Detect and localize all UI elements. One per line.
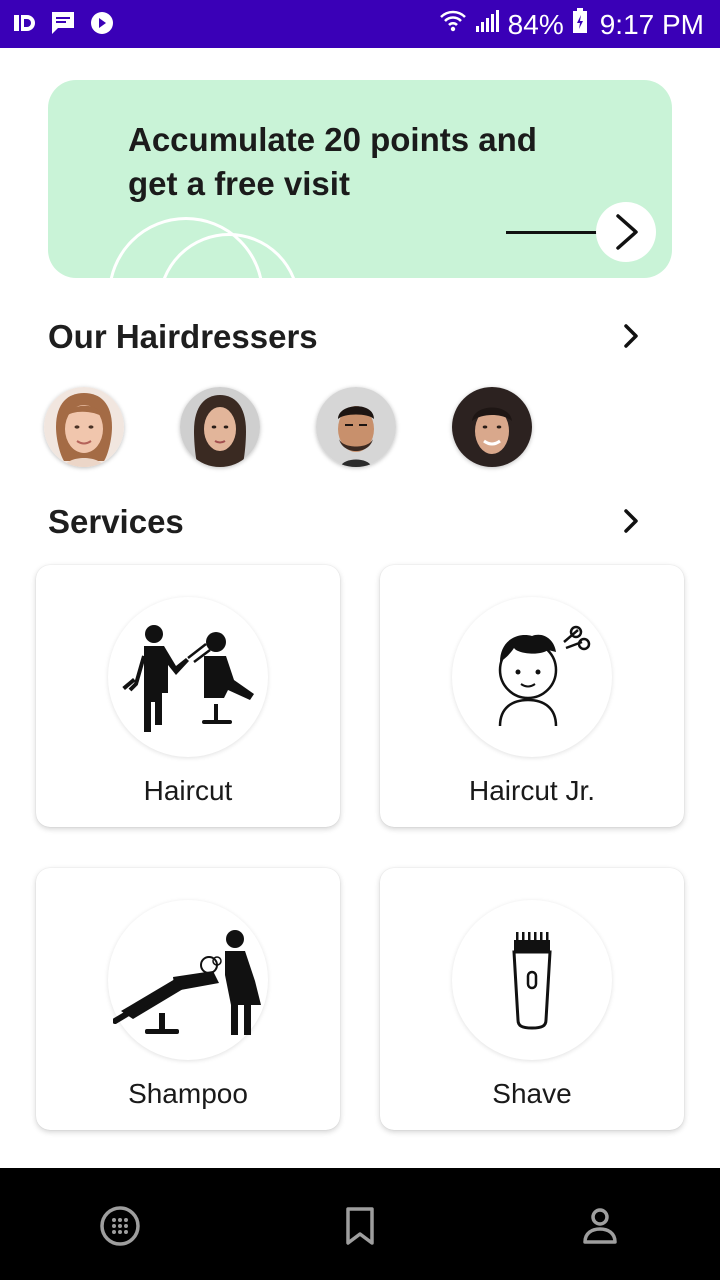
service-label: Shave (492, 1078, 572, 1109)
play-icon (90, 11, 114, 40)
status-bar: 84% 9:17 PM (0, 0, 720, 48)
person-icon[interactable] (578, 1204, 622, 1248)
promo-banner[interactable]: Accumulate 20 points and get a free visi… (48, 80, 672, 278)
clock: 9:17 PM (599, 8, 704, 40)
services-title: Services (48, 503, 184, 540)
shaver-icon (452, 900, 612, 1060)
service-card-haircut-jr[interactable]: Haircut Jr. (380, 565, 684, 827)
chevron-right-icon[interactable] (620, 506, 644, 536)
bottom-nav (0, 1168, 720, 1280)
avatar[interactable] (316, 387, 396, 467)
service-label: Haircut Jr. (468, 775, 596, 806)
wifi-icon (439, 8, 466, 41)
message-icon (50, 10, 76, 41)
avatar[interactable] (452, 387, 532, 467)
hairdressers-title: Our Hairdressers (48, 318, 318, 355)
chevron-right-icon[interactable] (620, 321, 644, 351)
service-label: Shampoo (128, 1078, 248, 1109)
service-card-haircut[interactable]: Haircut (36, 565, 340, 827)
bookmark-icon[interactable] (338, 1204, 382, 1248)
service-label: Haircut (143, 775, 233, 806)
id-icon (14, 13, 36, 38)
grid-icon[interactable] (98, 1204, 142, 1248)
signal-icon (474, 8, 500, 41)
promo-text: Accumulate 20 points and get a free visi… (128, 121, 537, 202)
service-card-shave[interactable]: Shave (380, 868, 684, 1130)
battery-icon (572, 8, 588, 41)
shampoo-icon (108, 900, 268, 1060)
service-card-shampoo[interactable]: Shampoo (36, 868, 340, 1130)
avatar[interactable] (180, 387, 260, 467)
haircut-icon (108, 597, 268, 757)
battery-level: 84% (507, 8, 564, 40)
avatar[interactable] (44, 387, 124, 467)
arrow-right-icon[interactable] (596, 202, 656, 262)
kid-haircut-icon (452, 597, 612, 757)
